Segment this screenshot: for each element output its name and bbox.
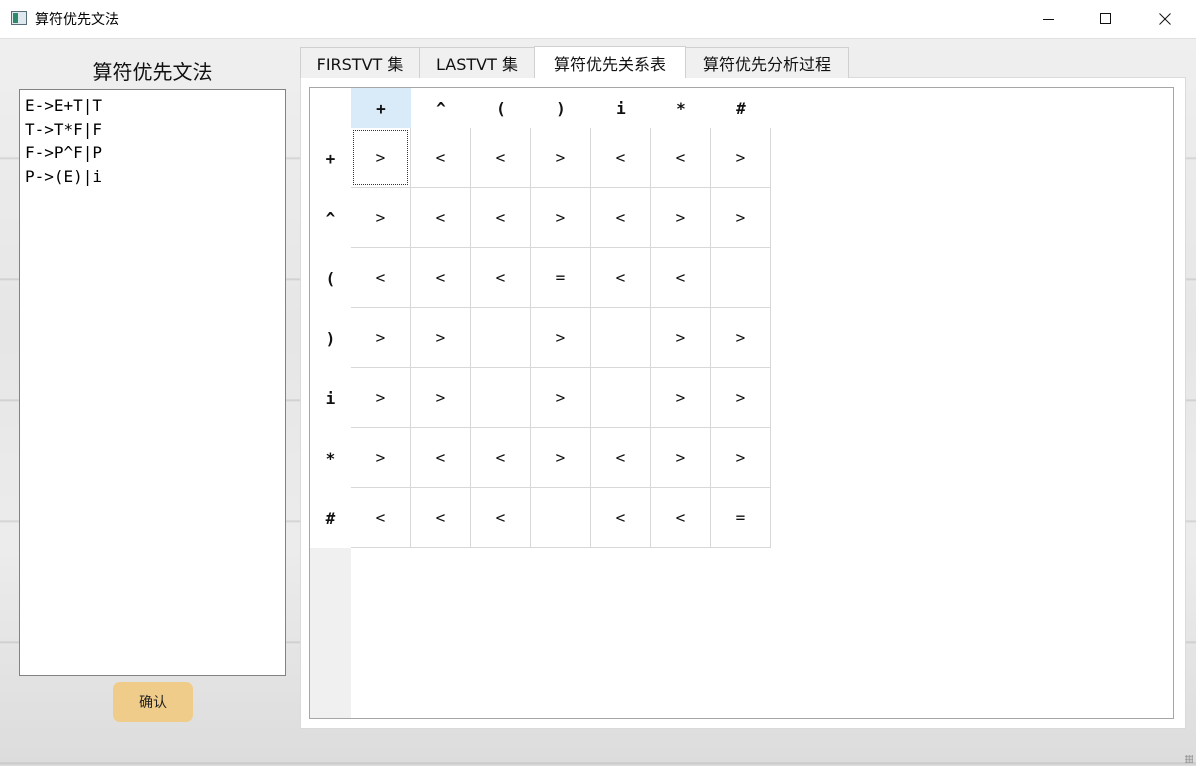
table-cell[interactable]: <	[471, 428, 531, 488]
table-cell[interactable]: <	[591, 428, 651, 488]
table-cell[interactable]: <	[591, 188, 651, 248]
table-cell[interactable]: >	[711, 368, 771, 428]
table-cell[interactable]: <	[471, 488, 531, 548]
table-cell[interactable]: >	[651, 368, 711, 428]
table-cell[interactable]: <	[471, 128, 531, 188]
table-cell[interactable]: <	[471, 188, 531, 248]
table-cell[interactable]	[531, 488, 591, 548]
table-cell[interactable]: >	[531, 428, 591, 488]
grammar-line: F->P^F|P	[25, 143, 103, 162]
close-icon	[1159, 13, 1171, 25]
title-bar: 算符优先文法	[0, 0, 1196, 39]
close-button[interactable]	[1136, 0, 1194, 38]
table-cell[interactable]	[471, 308, 531, 368]
table-cell[interactable]	[591, 308, 651, 368]
table-cell[interactable]: =	[531, 248, 591, 308]
table-cell[interactable]: >	[711, 308, 771, 368]
table-cell[interactable]: <	[411, 188, 471, 248]
grammar-line: P->(E)|i	[25, 166, 103, 186]
row-header[interactable]: i	[310, 368, 351, 428]
table-cell[interactable]: <	[411, 428, 471, 488]
tab-firstvt[interactable]: FIRSTVT 集	[300, 47, 420, 78]
maximize-button[interactable]	[1077, 0, 1135, 38]
table-cell[interactable]: <	[651, 488, 711, 548]
grammar-input[interactable]: E->E+T|T T->T*F|F F->P^F|P P->(E)|i	[19, 89, 286, 676]
table-cell[interactable]: <	[351, 488, 411, 548]
table-cell[interactable]: >	[651, 188, 711, 248]
table-cell[interactable]: >	[711, 128, 771, 188]
grammar-panel-title: 算符优先文法	[92, 60, 213, 84]
table-cell[interactable]	[711, 248, 771, 308]
table-cell[interactable]: >	[531, 128, 591, 188]
table-cell[interactable]: <	[471, 248, 531, 308]
grammar-line: T->T*F|F	[25, 119, 103, 139]
table-cell[interactable]: >	[651, 308, 711, 368]
table-cell[interactable]: <	[351, 248, 411, 308]
resize-grip-icon[interactable]	[1185, 755, 1193, 763]
maximize-icon	[1100, 13, 1111, 24]
table-cell[interactable]: <	[411, 128, 471, 188]
table-cell[interactable]: >	[351, 308, 411, 368]
table-cell[interactable]: >	[531, 188, 591, 248]
column-header[interactable]: )	[531, 88, 591, 128]
table-cell[interactable]: >	[411, 308, 471, 368]
table-cell[interactable]: >	[711, 188, 771, 248]
column-header[interactable]: #	[711, 88, 771, 128]
table-cell[interactable]: >	[711, 428, 771, 488]
table-cell[interactable]: <	[411, 248, 471, 308]
table-cell[interactable]: >	[411, 368, 471, 428]
grammar-line: E->E+T|T	[25, 96, 103, 115]
tab-analysis-process[interactable]: 算符优先分析过程	[685, 47, 849, 78]
table-cell[interactable]	[471, 368, 531, 428]
table-cell[interactable]	[591, 368, 651, 428]
table-cell[interactable]: >	[651, 428, 711, 488]
relation-table[interactable]: + ^() i * # + > < < > < < > ^ > < < > < > >(< < < = < <) > > > > > i > > >…	[309, 87, 1174, 719]
table-corner	[310, 88, 351, 128]
table-cell[interactable]: <	[411, 488, 471, 548]
row-header[interactable]: )	[310, 308, 351, 368]
row-header[interactable]: #	[310, 488, 351, 548]
column-header[interactable]: ^	[411, 88, 471, 128]
table-cell[interactable]: <	[591, 128, 651, 188]
table-cell[interactable]: <	[591, 248, 651, 308]
tab-relation-table[interactable]: 算符优先关系表	[534, 46, 686, 78]
column-header[interactable]: i	[591, 88, 651, 128]
column-header[interactable]: (	[471, 88, 531, 128]
app-icon	[11, 11, 27, 25]
table-cell[interactable]: <	[591, 488, 651, 548]
minimize-icon	[1043, 19, 1054, 20]
table-cell[interactable]: <	[651, 248, 711, 308]
row-header[interactable]: +	[310, 128, 351, 188]
tab-lastvt[interactable]: LASTVT 集	[419, 47, 535, 78]
minimize-button[interactable]	[1020, 0, 1078, 38]
row-header[interactable]: (	[310, 248, 351, 308]
window-title: 算符优先文法	[35, 12, 119, 28]
table-cell[interactable]: >	[351, 428, 411, 488]
table-cell[interactable]: =	[711, 488, 771, 548]
confirm-button[interactable]: 确认	[113, 682, 193, 722]
column-header[interactable]: +	[351, 88, 411, 128]
row-header[interactable]: ^	[310, 188, 351, 248]
row-header[interactable]: *	[310, 428, 351, 488]
table-cell[interactable]: <	[651, 128, 711, 188]
table-cell[interactable]: >	[351, 368, 411, 428]
table-cell[interactable]: >	[351, 188, 411, 248]
table-cell[interactable]: >	[531, 308, 591, 368]
table-cell[interactable]: >	[531, 368, 591, 428]
table-cell[interactable]: >	[351, 128, 411, 188]
column-header[interactable]: *	[651, 88, 711, 128]
